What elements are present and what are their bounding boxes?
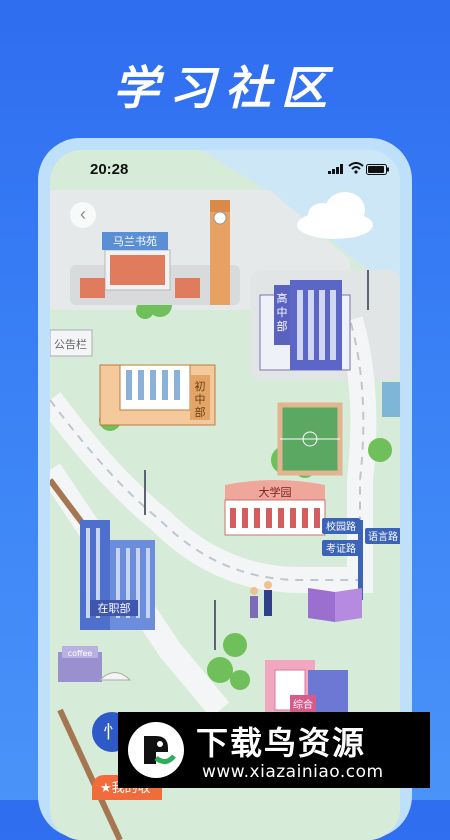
notice-board: 公告栏 bbox=[54, 337, 87, 351]
battery-icon bbox=[366, 164, 389, 175]
watermark-banner: 下载鸟资源 www.xiazainiao.com bbox=[118, 712, 430, 788]
bird-logo-icon bbox=[128, 722, 184, 778]
junior-school-char-1: 初 bbox=[195, 379, 206, 393]
road-sign-language: 语言路 bbox=[368, 530, 398, 543]
headline-title: 学习社区 bbox=[113, 61, 337, 115]
high-school-char-1: 高 bbox=[277, 291, 288, 305]
university-sign: 大学园 bbox=[259, 485, 292, 499]
road-sign-exam: 考证路 bbox=[326, 542, 356, 555]
vocational-sign: 在职部 bbox=[98, 601, 131, 615]
high-school-char-3: 部 bbox=[277, 319, 288, 333]
status-bar: 20:28 bbox=[50, 150, 400, 190]
signal-icon bbox=[328, 164, 343, 174]
junior-school-char-3: 部 bbox=[195, 405, 206, 419]
watermark-title: 下载鸟资源 bbox=[196, 724, 367, 762]
library-sign: 马兰书苑 bbox=[113, 235, 157, 248]
high-school-char-2: 中 bbox=[277, 306, 288, 319]
complex-sign: 综合 bbox=[293, 698, 313, 711]
watermark-url: www.xiazainiao.com bbox=[202, 762, 384, 782]
back-arrow-icon[interactable]: ‹ bbox=[70, 202, 96, 228]
road-sign-campus: 校园路 bbox=[326, 520, 356, 533]
junior-school-char-2: 中 bbox=[195, 393, 206, 406]
wifi-icon bbox=[348, 162, 364, 174]
status-time: 20:28 bbox=[90, 161, 129, 178]
coffee-sign: coffee bbox=[68, 649, 93, 658]
